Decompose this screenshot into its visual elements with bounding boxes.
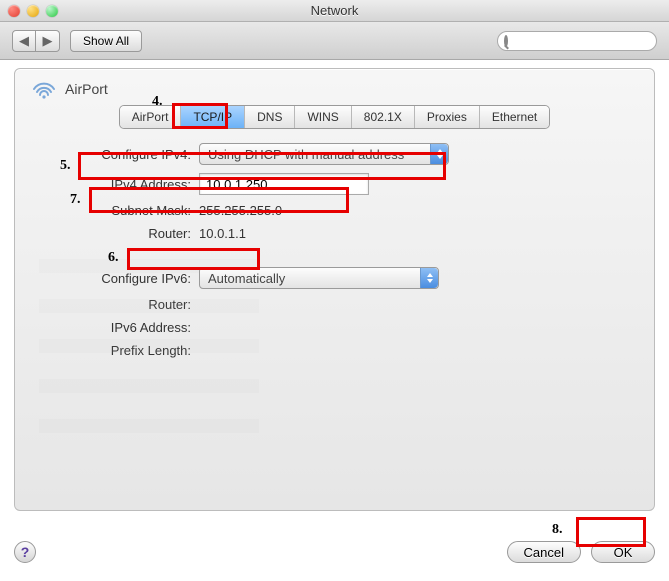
search-input[interactable] bbox=[512, 33, 669, 49]
chevron-left-icon: ◀ bbox=[19, 33, 29, 49]
configure-ipv6-label: Configure IPv6: bbox=[61, 271, 191, 286]
tab-802-1x[interactable]: 802.1X bbox=[352, 106, 415, 128]
cancel-label: Cancel bbox=[524, 545, 564, 560]
subnet-mask-label: Subnet Mask: bbox=[61, 203, 191, 218]
window-title: Network bbox=[0, 3, 669, 18]
tcpip-form: Configure IPv4: Using DHCP with manual a… bbox=[61, 143, 638, 358]
ipv4-address-label: IPv4 Address: bbox=[61, 177, 191, 192]
ipv4-address-field[interactable] bbox=[199, 173, 369, 195]
tab-proxies[interactable]: Proxies bbox=[415, 106, 480, 128]
cancel-button[interactable]: Cancel bbox=[507, 541, 581, 563]
ok-button[interactable]: OK bbox=[591, 541, 655, 563]
show-all-button[interactable]: Show All bbox=[70, 30, 142, 52]
airport-icon bbox=[31, 79, 57, 99]
stepper-icon bbox=[420, 268, 438, 288]
sheet-footer: ? Cancel OK bbox=[14, 541, 655, 563]
chevron-right-icon: ▶ bbox=[43, 33, 53, 49]
router-value: 10.0.1.1 bbox=[199, 226, 246, 241]
router6-label: Router: bbox=[61, 297, 191, 312]
configure-ipv4-label: Configure IPv4: bbox=[61, 147, 191, 162]
configure-ipv4-value: Using DHCP with manual address bbox=[208, 147, 404, 162]
tabs: AirPortTCP/IPDNSWINS802.1XProxiesEtherne… bbox=[119, 105, 550, 129]
help-icon: ? bbox=[21, 544, 30, 560]
annotation-num-8: 8. bbox=[552, 522, 563, 538]
configure-ipv4-select[interactable]: Using DHCP with manual address bbox=[199, 143, 449, 165]
back-button[interactable]: ◀ bbox=[12, 30, 36, 52]
toolbar: ◀ ▶ Show All bbox=[0, 22, 669, 60]
search-icon bbox=[504, 35, 508, 47]
service-name: AirPort bbox=[65, 81, 108, 97]
stepper-icon bbox=[430, 144, 448, 164]
forward-button[interactable]: ▶ bbox=[36, 30, 60, 52]
advanced-sheet: AirPort AirPortTCP/IPDNSWINS802.1XProxie… bbox=[14, 68, 655, 511]
prefix-length-label: Prefix Length: bbox=[61, 343, 191, 358]
configure-ipv6-select[interactable]: Automatically bbox=[199, 267, 439, 289]
tab-ethernet[interactable]: Ethernet bbox=[480, 106, 549, 128]
subnet-mask-value: 255.255.255.0 bbox=[199, 203, 282, 218]
tab-dns[interactable]: DNS bbox=[245, 106, 295, 128]
window-titlebar: Network bbox=[0, 0, 669, 22]
tab-airport[interactable]: AirPort bbox=[120, 106, 182, 128]
ok-label: OK bbox=[614, 545, 633, 560]
router-label: Router: bbox=[61, 226, 191, 241]
ipv6-address-label: IPv6 Address: bbox=[61, 320, 191, 335]
tab-wins[interactable]: WINS bbox=[295, 106, 351, 128]
nav-segment: ◀ ▶ bbox=[12, 30, 60, 52]
tab-tcp-ip[interactable]: TCP/IP bbox=[181, 106, 245, 128]
search-field[interactable] bbox=[497, 31, 657, 51]
help-button[interactable]: ? bbox=[14, 541, 36, 563]
configure-ipv6-value: Automatically bbox=[208, 271, 285, 286]
show-all-label: Show All bbox=[83, 34, 129, 48]
